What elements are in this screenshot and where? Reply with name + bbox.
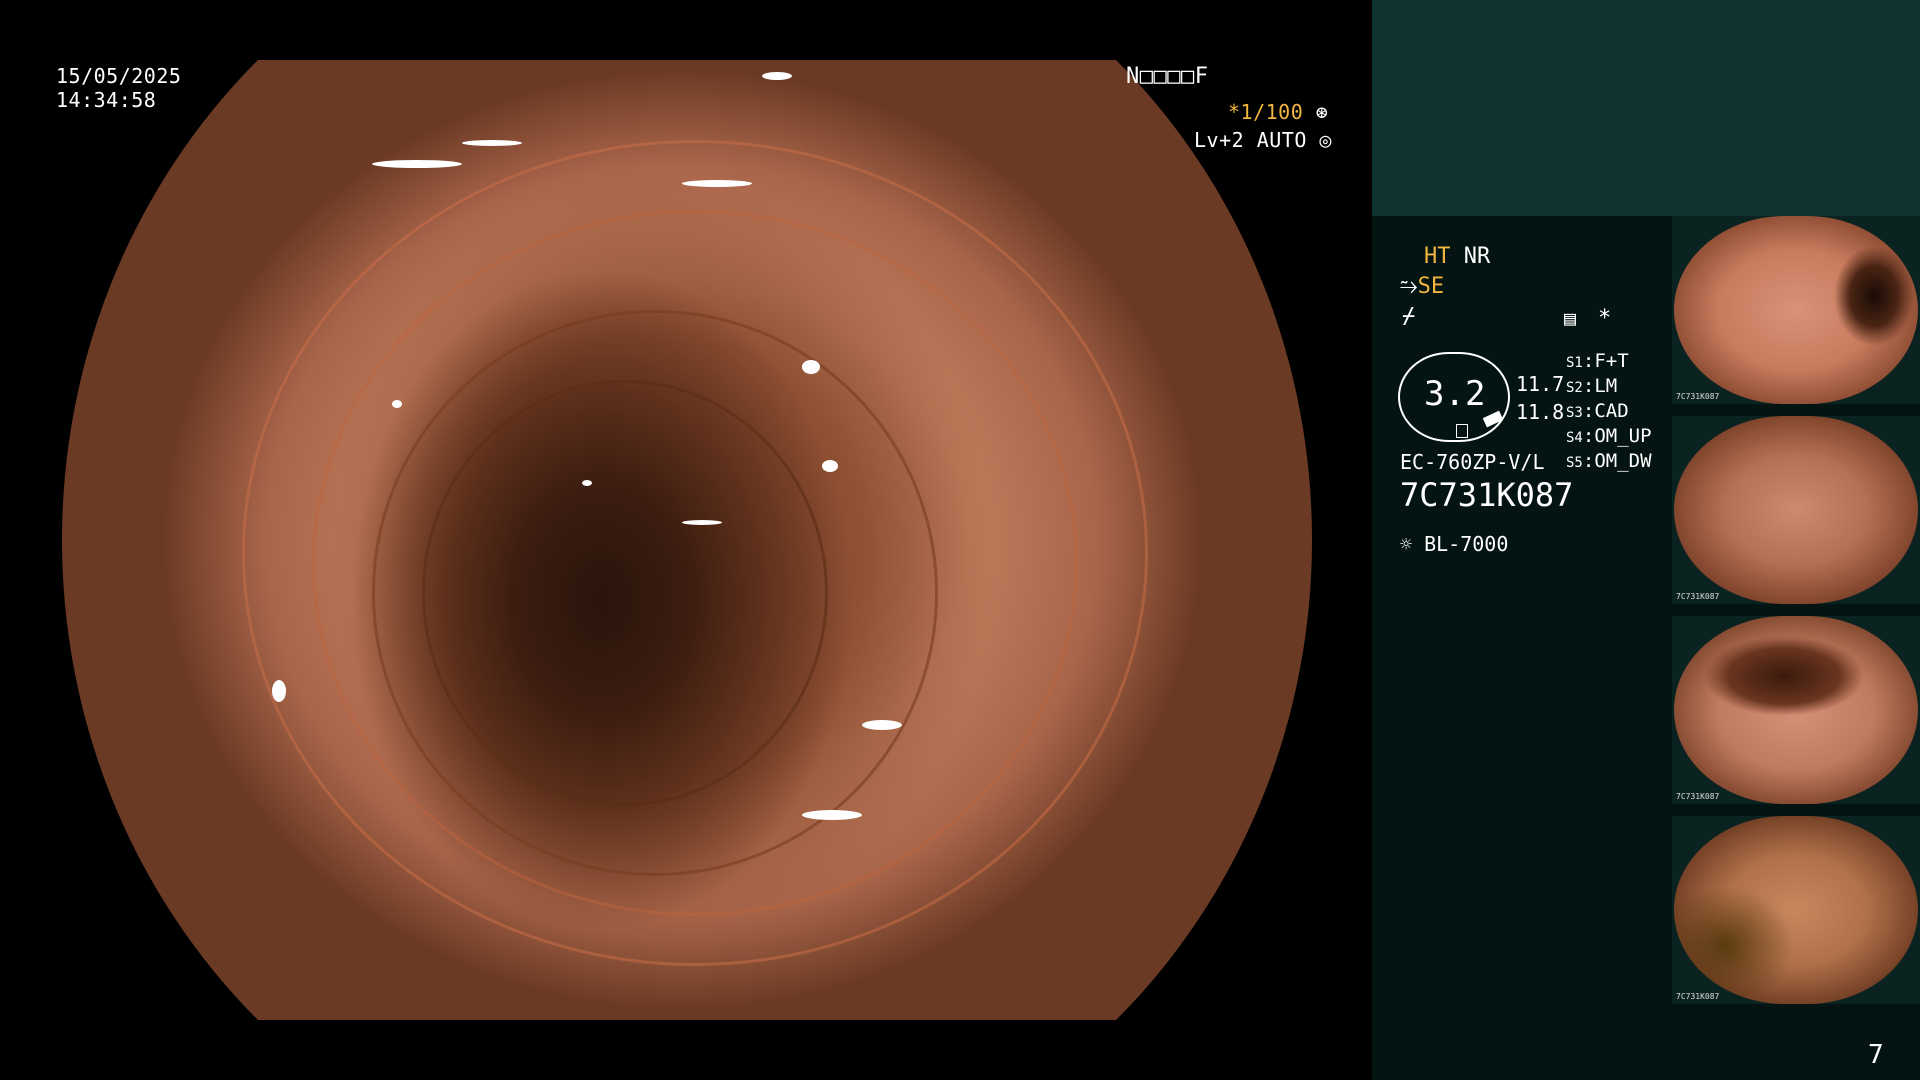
exam-time: 14:34:58 — [56, 88, 157, 112]
zoom-marker — [1456, 424, 1468, 438]
structure-icon: ⥲ — [1400, 274, 1418, 299]
level-row: Lv+2 AUTO ◎ — [1194, 128, 1332, 152]
preset-s3: S3:CAD — [1566, 400, 1629, 422]
zoom-indicator: 3.2 — [1398, 352, 1510, 442]
value-1: 11.7 — [1516, 372, 1565, 396]
shutter-row: *1/100 ⊛ — [1228, 100, 1328, 124]
ht-indicator: HT — [1424, 244, 1451, 269]
thumbnail-caption: 7C731K087 — [1676, 592, 1720, 601]
value-2: 11.8 — [1516, 400, 1565, 424]
info-panel: HT NR ⥲SE ⌿ 3.2 11.7 11.8 ▤ * S1:F+T S2:… — [1372, 0, 1920, 1080]
light-source: BL-7000 — [1424, 532, 1509, 556]
thumbnail-caption: 7C731K087 — [1676, 392, 1720, 401]
thumbnail-caption: 7C731K087 — [1676, 992, 1720, 1001]
zoom-bar — [1482, 410, 1504, 428]
enhancement-row: HT NR — [1424, 244, 1490, 269]
preset-s5: S5:OM_DW — [1566, 450, 1652, 472]
asterisk-indicator: * — [1598, 306, 1612, 331]
scope-serial: 7C731K087 — [1400, 476, 1574, 514]
capture-thumbnail-1[interactable]: 7C731K087 — [1672, 216, 1920, 404]
color-icon: ⌿ — [1402, 304, 1416, 329]
endoscope-view: 15/05/2025 14:34:58 N□□□□F *1/100 ⊛ Lv+2… — [0, 0, 1372, 1080]
light-source-row: ☼ BL-7000 — [1400, 532, 1508, 556]
preset-s1: S1:F+T — [1566, 350, 1629, 372]
preset-s2: S2:LM — [1566, 375, 1618, 397]
capture-thumbnail-3[interactable]: 7C731K087 — [1672, 616, 1920, 804]
nr-indicator: NR — [1463, 244, 1491, 269]
thumbnail-caption: 7C731K087 — [1676, 792, 1720, 801]
endoscopic-image — [62, 60, 1312, 1020]
shutter-speed: *1/100 — [1228, 100, 1304, 124]
level-mode: Lv+2 AUTO — [1194, 128, 1307, 152]
status-code: N□□□□F — [1126, 64, 1209, 89]
se-row: ⥲SE — [1400, 274, 1444, 299]
lamp-icon: ☼ — [1400, 532, 1413, 556]
capture-thumbnail-2[interactable]: 7C731K087 — [1672, 416, 1920, 604]
scope-model: EC-760ZP-V/L — [1400, 450, 1545, 474]
shutter-icon: ⊛ — [1315, 100, 1329, 124]
zoom-value: 3.2 — [1424, 374, 1486, 414]
preset-s4: S4:OM_UP — [1566, 425, 1652, 447]
panel-header-area — [1372, 0, 1920, 216]
capture-thumbnail-4[interactable]: 7C731K087 — [1672, 816, 1920, 1004]
page-number: 7 — [1868, 1040, 1884, 1070]
auto-iris-icon: ◎ — [1319, 128, 1332, 152]
menu-icon: ▤ — [1564, 306, 1577, 330]
exam-date: 15/05/2025 — [56, 64, 182, 88]
se-indicator: SE — [1417, 274, 1445, 299]
